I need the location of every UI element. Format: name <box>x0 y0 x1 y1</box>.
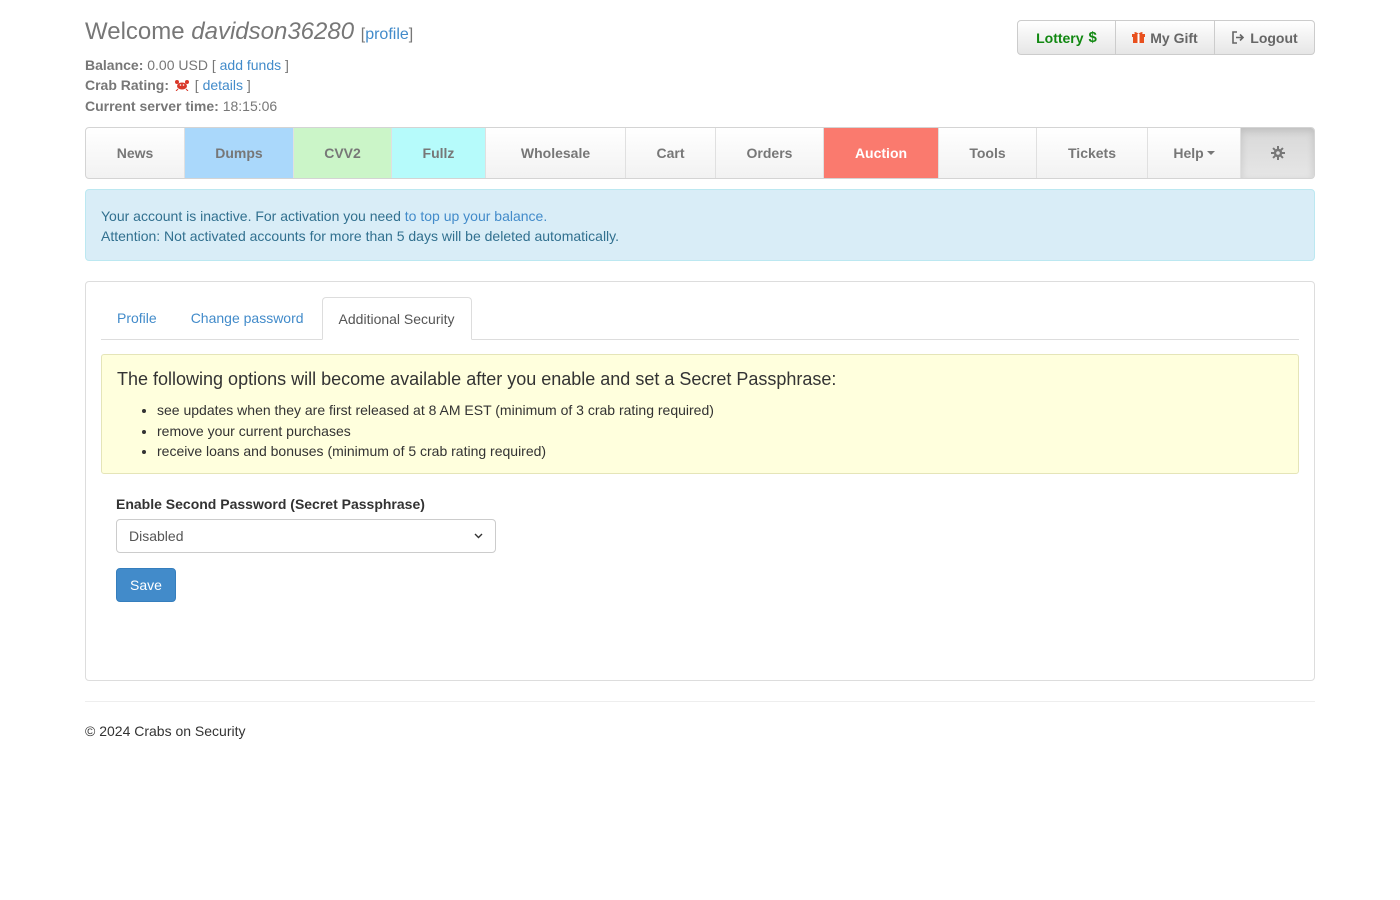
gift-icon <box>1132 32 1146 43</box>
crab-rating-label: Crab Rating: <box>85 77 169 93</box>
nav-tickets-label: Tickets <box>1068 145 1116 161</box>
alert-text-1: Your account is inactive. For activation… <box>101 208 401 224</box>
top-up-link[interactable]: to top up your balance. <box>405 208 547 224</box>
list-item: see updates when they are first released… <box>157 400 1283 421</box>
footer-copyright: © 2024 Crabs on Security <box>85 723 246 739</box>
my-gift-label: My Gift <box>1150 29 1198 46</box>
nav-wholesale-label: Wholesale <box>520 145 591 161</box>
lottery-button[interactable]: Lottery $ <box>1017 20 1116 55</box>
nav-fullz[interactable]: Fullz <box>392 128 486 178</box>
tab-change-password[interactable]: Change password <box>175 297 320 339</box>
nav-cvv2[interactable]: CVV2 <box>294 128 392 178</box>
save-button[interactable]: Save <box>116 568 176 602</box>
nav-tickets[interactable]: Tickets <box>1037 128 1148 178</box>
main-navbar: News Dumps CVV2 Fullz Wholesale Cart Ord… <box>85 127 1315 179</box>
caret-down-icon <box>1206 151 1215 155</box>
nav-cvv2-label: CVV2 <box>324 145 361 161</box>
nav-help-label: Help <box>1173 145 1204 161</box>
nav-fullz-label: Fullz <box>422 145 455 161</box>
profile-link[interactable]: profile <box>365 26 409 43</box>
settings-panel: Profile Change password Additional Secur… <box>85 281 1315 681</box>
settings-tabs: Profile Change password Additional Secur… <box>101 297 1299 340</box>
balance-line: Balance: 0.00 USD [ add funds ] <box>85 57 289 73</box>
select-value: Disabled <box>129 528 184 544</box>
my-gift-button[interactable]: My Gift <box>1115 20 1215 55</box>
nav-wholesale[interactable]: Wholesale <box>486 128 626 178</box>
chevron-down-icon <box>474 533 483 539</box>
nav-help[interactable]: Help <box>1148 128 1241 178</box>
lottery-label: Lottery <box>1036 29 1084 46</box>
server-time-value: 18:15:06 <box>222 98 278 114</box>
server-time-line: Current server time: 18:15:06 <box>85 98 277 114</box>
nav-settings[interactable] <box>1241 128 1314 178</box>
balance-label: Balance: <box>85 57 144 73</box>
nav-cart-label: Cart <box>656 145 685 161</box>
nav-orders[interactable]: Orders <box>716 128 824 178</box>
passphrase-options-list: see updates when they are first released… <box>117 400 1283 462</box>
crab-rating-line: Crab Rating: [ details ] <box>85 77 251 93</box>
nav-tools[interactable]: Tools <box>939 128 1037 178</box>
inactive-account-alert: Your account is inactive. For activation… <box>85 189 1315 261</box>
logout-button[interactable]: Logout <box>1214 20 1315 55</box>
tab-profile[interactable]: Profile <box>101 297 173 339</box>
tab-additional-security[interactable]: Additional Security <box>321 297 472 340</box>
list-item: receive loans and bonuses (minimum of 5 … <box>157 441 1283 462</box>
gear-icon <box>1270 146 1285 160</box>
passphrase-info-heading: The following options will become availa… <box>117 369 837 389</box>
welcome-text: Welcome <box>85 18 185 45</box>
logout-label: Logout <box>1250 29 1298 46</box>
nav-auction-label: Auction <box>854 145 908 161</box>
list-item: remove your current purchases <box>157 421 1283 442</box>
nav-dumps-label: Dumps <box>215 145 263 161</box>
username: davidson36280 <box>191 18 355 45</box>
second-password-select[interactable]: Disabled <box>116 519 496 553</box>
crab-icon <box>174 80 189 91</box>
server-time-label: Current server time: <box>85 98 219 114</box>
nav-dumps[interactable]: Dumps <box>185 128 294 178</box>
add-funds-link[interactable]: add funds <box>220 57 282 73</box>
nav-orders-label: Orders <box>746 145 793 161</box>
nav-news[interactable]: News <box>86 128 185 178</box>
alert-line-1: Your account is inactive. For activation… <box>101 206 1299 226</box>
balance-value: 0.00 USD <box>147 57 208 73</box>
nav-news-label: News <box>116 145 154 161</box>
alert-line-2: Attention: Not activated accounts for mo… <box>101 228 620 244</box>
nav-auction[interactable]: Auction <box>824 128 939 178</box>
second-password-label: Enable Second Password (Secret Passphras… <box>116 496 425 512</box>
header-button-group: Lottery $ My Gift Logout <box>1017 20 1315 55</box>
passphrase-info-box: The following options will become availa… <box>101 354 1299 474</box>
dollar-icon: $ <box>1088 29 1097 46</box>
nav-tools-label: Tools <box>969 145 1006 161</box>
nav-cart[interactable]: Cart <box>626 128 716 178</box>
footer-divider <box>85 701 1315 702</box>
welcome-heading: Welcome davidson36280 [profile] <box>85 18 414 45</box>
logout-icon <box>1232 31 1245 44</box>
crab-details-link[interactable]: details <box>203 77 243 93</box>
